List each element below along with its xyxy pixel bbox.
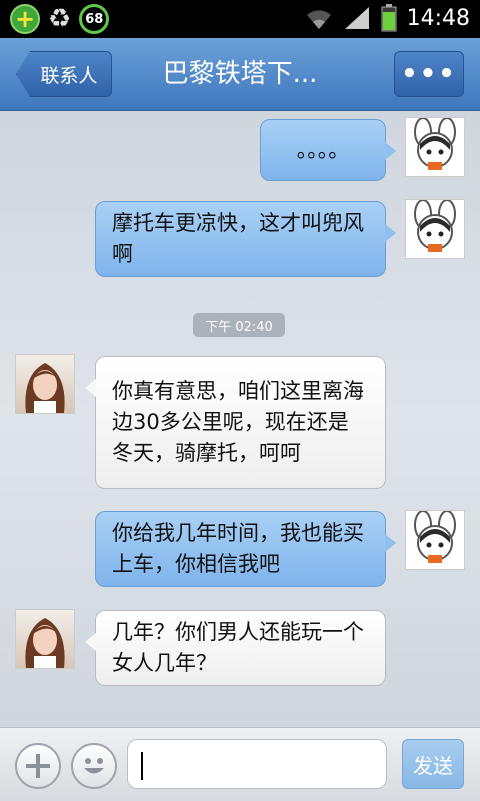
contact-avatar[interactable] [15,609,75,669]
rabbit-avatar-icon [414,511,456,563]
message-text: 摩托车更凉快，这才叫兜风啊 [112,211,364,266]
my-avatar[interactable] [405,117,465,177]
security-app-icon: + [10,4,40,34]
message-bubble-outgoing[interactable]: 摩托车更凉快，这才叫兜风啊 [95,201,396,277]
add-attachment-button[interactable] [15,743,61,789]
contact-avatar[interactable] [15,354,75,414]
message-text: 你真有意思，咱们这里离海边30多公里呢，现在还是冬天，骑摩托，呵呵 [112,379,364,465]
back-to-contacts-button[interactable]: 联系人 [16,51,112,97]
message-text: 几年？你们男人还能玩一个女人几年？ [112,620,364,675]
status-left-icons: + ♻ 68 [10,4,110,34]
emoji-button[interactable] [71,743,117,789]
input-bar: 发送 [0,727,480,801]
chat-header: 联系人 巴黎铁塔下... ••• [0,38,480,111]
smiley-icon [84,758,104,774]
clock: 14:48 [406,5,470,31]
chat-title: 巴黎铁塔下... [162,59,318,89]
battery-ring-icon: 68 [79,4,110,34]
rabbit-avatar-icon [414,118,456,170]
recycle-icon: ♻ [48,4,72,34]
plus-icon [26,754,50,778]
more-options-button[interactable]: ••• [394,51,464,97]
rabbit-avatar-icon [414,200,456,252]
message-bubble-incoming[interactable]: 几年？你们男人还能玩一个女人几年？ [85,610,386,686]
message-text: 。。。。 [296,137,350,162]
message-text: 你给我几年时间，我也能买上车，你相信我吧 [112,521,364,576]
message-bubble-outgoing[interactable]: 。。。。 [260,119,396,181]
battery-icon [381,4,397,32]
text-cursor [141,752,143,780]
message-timestamp: 下午 02:40 [193,313,285,337]
status-bar: + ♻ 68 14:48 [0,0,480,38]
girl-avatar-icon [25,363,65,413]
wifi-icon [306,10,331,29]
send-button[interactable]: 发送 [402,739,464,789]
message-input[interactable] [127,739,387,789]
battery-ring-value: 68 [85,11,104,27]
signal-icon [344,7,369,29]
status-right-icons: 14:48 [305,4,470,32]
message-bubble-incoming[interactable]: 你真有意思，咱们这里离海边30多公里呢，现在还是冬天，骑摩托，呵呵 [85,356,386,489]
my-avatar[interactable] [405,510,465,570]
message-list[interactable]: 。。。。 摩托车更凉快，这才叫兜风啊 下午 02:40 你真有意思，咱们这里离海… [0,111,480,727]
my-avatar[interactable] [405,199,465,259]
girl-avatar-icon [25,618,65,668]
message-bubble-outgoing[interactable]: 你给我几年时间，我也能买上车，你相信我吧 [95,511,396,587]
